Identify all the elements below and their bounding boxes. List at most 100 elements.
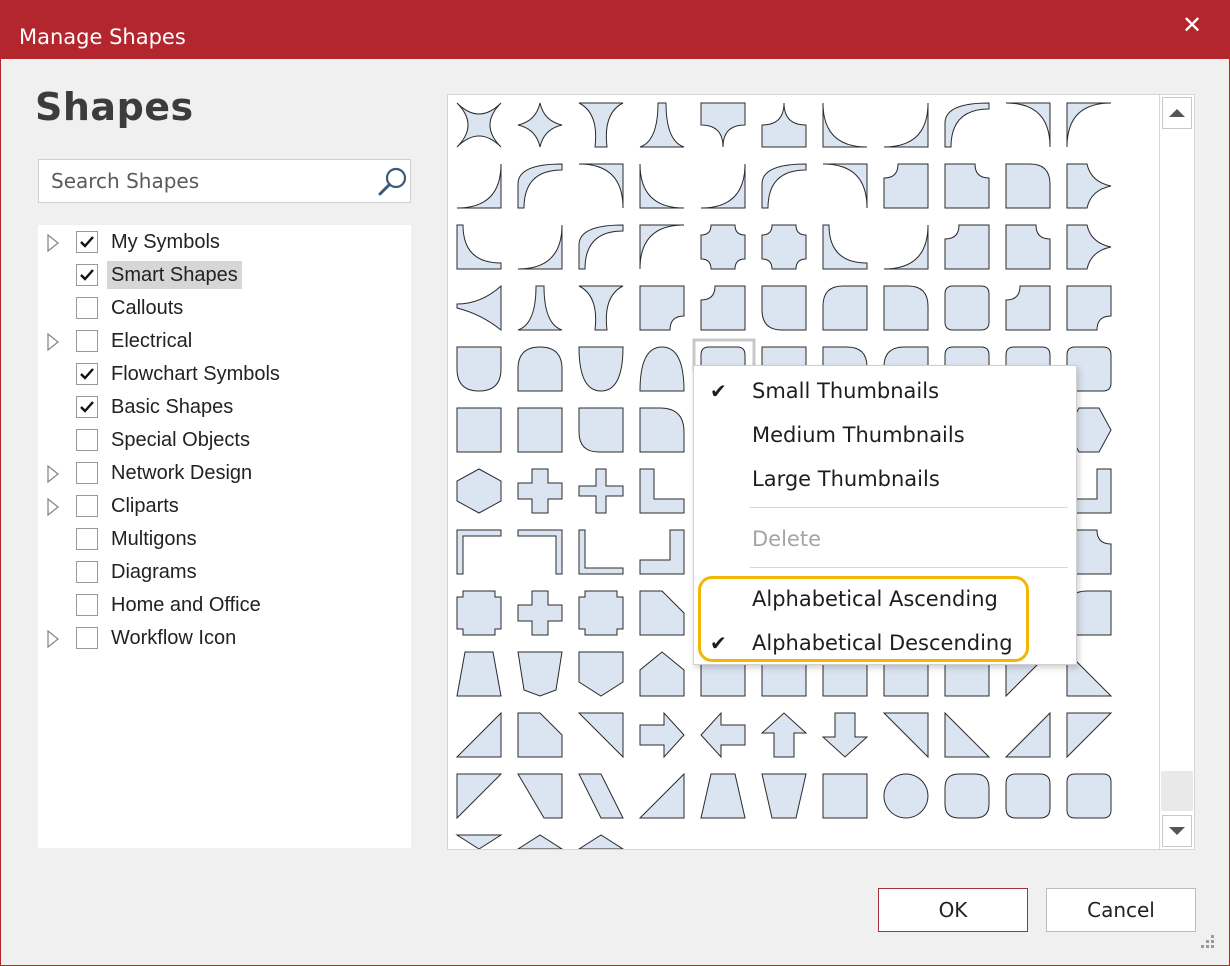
shape-thumbnail[interactable] <box>638 772 685 819</box>
tree-item-label[interactable]: Network Design <box>111 459 252 487</box>
shape-thumbnail[interactable] <box>577 712 624 759</box>
shape-thumbnail[interactable] <box>883 224 929 270</box>
shape-thumbnail[interactable] <box>455 834 503 849</box>
tree-item[interactable]: Workflow Icon <box>38 622 411 655</box>
shape-thumbnail[interactable] <box>1066 102 1112 148</box>
tree-item[interactable]: Cliparts <box>38 490 411 523</box>
shape-thumbnail[interactable] <box>517 834 563 849</box>
shape-thumbnail[interactable] <box>944 285 990 331</box>
shape-thumbnail[interactable] <box>883 163 929 209</box>
shape-thumbnail[interactable] <box>883 102 929 148</box>
shape-thumbnail[interactable] <box>456 651 502 697</box>
cancel-button[interactable]: Cancel <box>1046 888 1196 932</box>
shape-thumbnail[interactable] <box>578 102 624 148</box>
shape-thumbnail[interactable] <box>700 163 746 209</box>
shape-thumbnail[interactable] <box>822 773 868 819</box>
tree-item[interactable]: Diagrams <box>38 556 411 589</box>
shape-thumbnail[interactable] <box>700 102 746 148</box>
shape-thumbnail[interactable] <box>1004 711 1051 758</box>
shape-thumbnail[interactable] <box>578 773 624 819</box>
shape-thumbnail[interactable] <box>517 590 563 636</box>
shape-thumbnail[interactable] <box>517 651 563 697</box>
tree-checkbox[interactable] <box>76 462 98 484</box>
tree-item-label[interactable]: Multigons <box>111 525 197 553</box>
tree-checkbox[interactable] <box>76 396 98 418</box>
tree-checkbox[interactable] <box>76 594 98 616</box>
shape-thumbnail[interactable] <box>456 346 502 392</box>
shape-thumbnail[interactable] <box>1005 285 1051 331</box>
shape-thumbnail[interactable] <box>517 102 563 148</box>
shape-thumbnail[interactable] <box>821 712 869 758</box>
shape-thumbnail[interactable] <box>761 163 807 209</box>
shape-thumbnail[interactable] <box>639 468 685 514</box>
tree-item[interactable]: Callouts <box>38 292 411 325</box>
shape-thumbnail[interactable] <box>822 102 868 148</box>
shape-thumbnail[interactable] <box>578 834 624 849</box>
tree-item-label[interactable]: Special Objects <box>111 426 250 454</box>
shape-thumbnail[interactable] <box>578 346 624 392</box>
shape-thumbnail[interactable] <box>944 711 991 758</box>
shape-thumbnail[interactable] <box>639 651 685 697</box>
expand-arrow-icon[interactable] <box>46 498 60 516</box>
tree-item[interactable]: My Symbols <box>38 226 411 259</box>
shape-thumbnail[interactable] <box>639 102 685 148</box>
shape-thumbnail[interactable] <box>517 407 563 453</box>
tree-checkbox[interactable] <box>76 330 98 352</box>
tree-item-label[interactable]: Smart Shapes <box>107 261 242 289</box>
tree-checkbox[interactable] <box>76 495 98 517</box>
shape-thumbnail[interactable] <box>700 224 746 270</box>
shape-thumbnail[interactable] <box>639 711 685 759</box>
shape-thumbnail[interactable] <box>700 711 746 759</box>
shape-thumbnail[interactable] <box>761 224 807 270</box>
shape-thumbnail[interactable] <box>517 529 563 575</box>
shape-thumbnail[interactable] <box>517 224 563 270</box>
tree-item-label[interactable]: Basic Shapes <box>111 393 233 421</box>
shape-thumbnail[interactable] <box>944 224 990 270</box>
tree-item-label[interactable]: Electrical <box>111 327 192 355</box>
shape-thumbnail[interactable] <box>456 529 502 575</box>
shape-thumbnail[interactable] <box>578 407 624 453</box>
shape-thumbnail[interactable] <box>1066 224 1112 270</box>
shape-thumbnail[interactable] <box>455 711 502 758</box>
shape-thumbnail[interactable] <box>1066 773 1112 819</box>
expand-arrow-icon[interactable] <box>46 234 60 252</box>
scroll-down-button[interactable] <box>1162 815 1192 847</box>
shape-thumbnail[interactable] <box>700 773 746 819</box>
shape-thumbnail[interactable] <box>456 102 502 148</box>
scrollbar-thumb[interactable] <box>1161 771 1193 811</box>
tree-item-label[interactable]: Diagrams <box>111 558 197 586</box>
tree-item-label[interactable]: Home and Office <box>111 591 261 619</box>
tree-item[interactable]: Special Objects <box>38 424 411 457</box>
shape-thumbnail[interactable] <box>883 773 929 819</box>
menu-item-medium-thumbnails[interactable]: Medium Thumbnails <box>694 413 1076 457</box>
shape-thumbnail[interactable] <box>456 773 503 820</box>
tree-checkbox[interactable] <box>76 231 98 253</box>
shape-thumbnail[interactable] <box>883 285 929 331</box>
shape-thumbnail[interactable] <box>639 285 685 331</box>
shape-thumbnail[interactable] <box>639 346 685 392</box>
tree-item-label[interactable]: My Symbols <box>111 228 220 256</box>
shape-thumbnail[interactable] <box>1066 285 1112 331</box>
shape-thumbnail[interactable] <box>517 285 563 331</box>
tree-checkbox[interactable] <box>76 429 98 451</box>
shape-thumbnail[interactable] <box>1005 163 1051 209</box>
shape-thumbnail[interactable] <box>1005 773 1051 819</box>
shape-thumbnail[interactable] <box>456 468 502 514</box>
shape-thumbnail[interactable] <box>578 651 624 697</box>
shape-thumbnail[interactable] <box>1066 712 1113 759</box>
tree-checkbox[interactable] <box>76 363 98 385</box>
shape-thumbnail[interactable] <box>822 224 868 270</box>
shape-thumbnail[interactable] <box>761 102 807 148</box>
menu-item-large-thumbnails[interactable]: Large Thumbnails <box>694 457 1076 501</box>
shape-thumbnail[interactable] <box>578 285 624 331</box>
tree-checkbox[interactable] <box>76 297 98 319</box>
tree-item[interactable]: Multigons <box>38 523 411 556</box>
tree-item[interactable]: Network Design <box>38 457 411 490</box>
expand-arrow-icon[interactable] <box>46 333 60 351</box>
shape-thumbnail[interactable] <box>639 590 685 636</box>
tree-item-label[interactable]: Cliparts <box>111 492 179 520</box>
search-icon[interactable] <box>377 166 409 198</box>
tree-checkbox[interactable] <box>76 528 98 550</box>
gallery-scrollbar[interactable] <box>1159 94 1195 850</box>
shape-thumbnail[interactable] <box>517 712 563 758</box>
